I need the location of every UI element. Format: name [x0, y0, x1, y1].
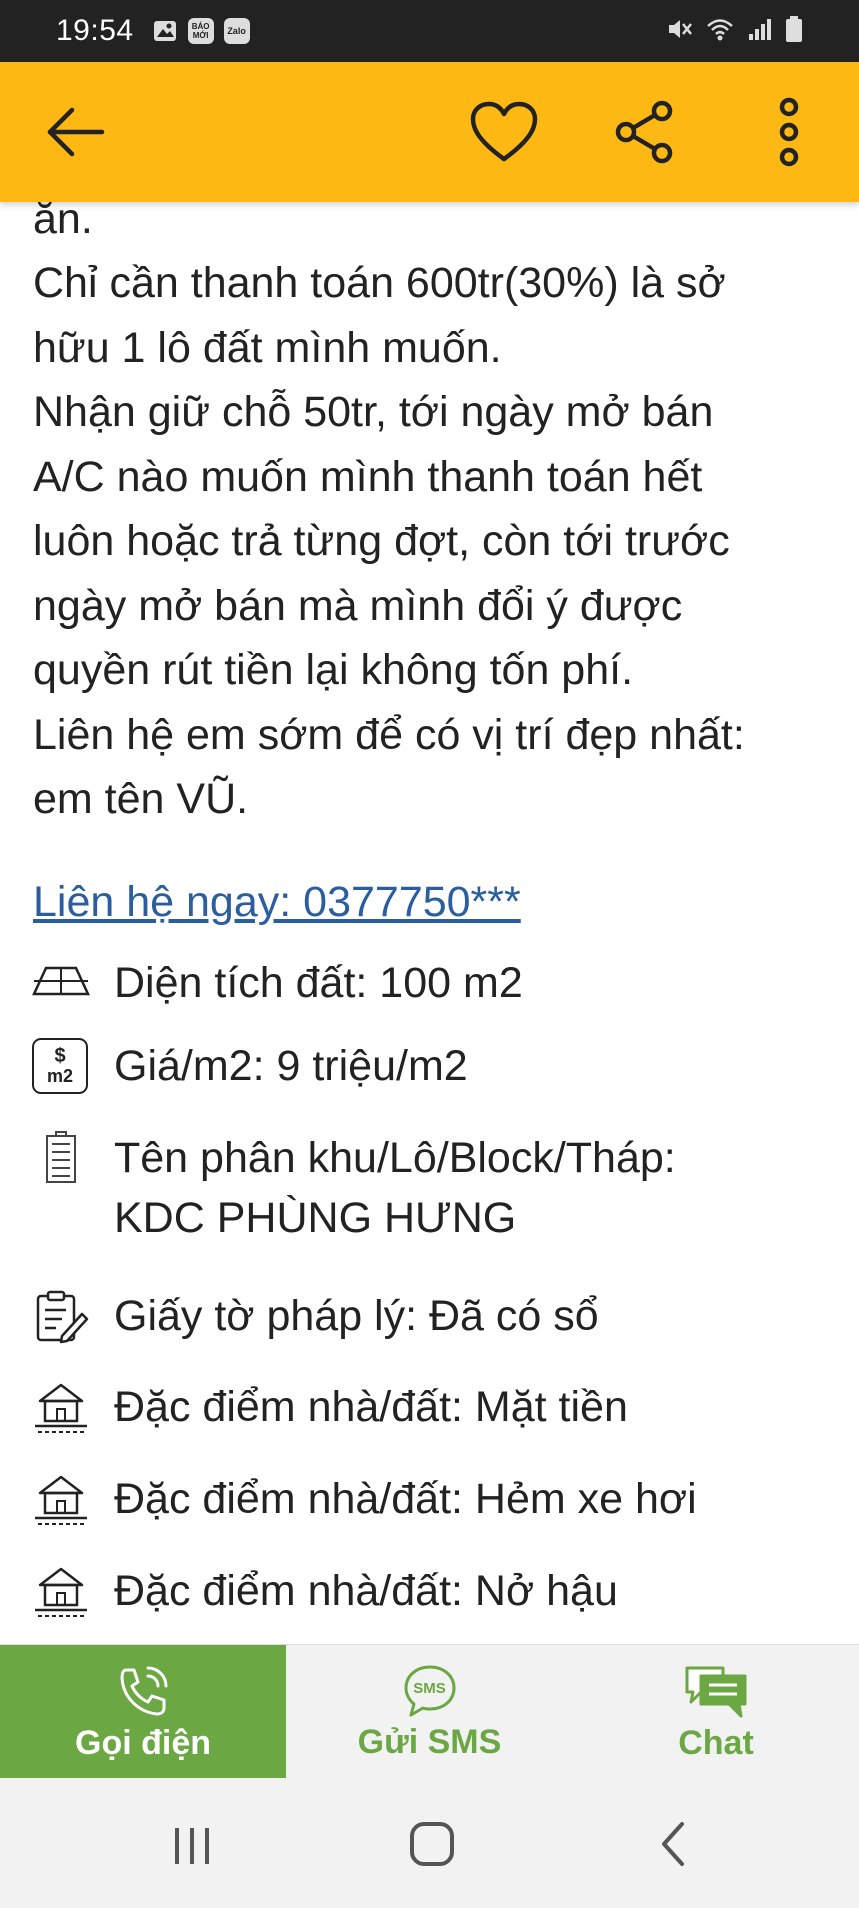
call-label: Gọi điện: [75, 1723, 211, 1762]
description-line: quyền rút tiền lại không tốn phí.: [33, 646, 634, 694]
description-line: ăn.: [33, 202, 93, 243]
description-line: Chỉ cần thanh toán 600tr(30%) là sở: [33, 259, 726, 307]
heart-icon: [470, 101, 538, 162]
listing-content[interactable]: ăn. Chỉ cần thanh toán 600tr(30%) là sở …: [0, 202, 859, 1644]
house-icon: [35, 1383, 87, 1433]
back-button[interactable]: [40, 97, 110, 167]
system-back-button[interactable]: [644, 1814, 704, 1874]
attribute-feature-text: Đặc điểm nhà/đất: Hẻm xe hơi: [114, 1475, 697, 1523]
system-nav-bar: [0, 1778, 859, 1908]
more-vertical-icon: [779, 97, 799, 167]
sms-icon: SMS: [401, 1663, 459, 1719]
share-icon: [615, 100, 673, 164]
attribute-block-value: KDC PHÙNG HƯNG: [114, 1194, 517, 1242]
status-indicators: [665, 15, 803, 48]
recent-apps-icon: [175, 1828, 209, 1864]
sms-label: Gửi SMS: [357, 1722, 502, 1761]
phone-call-icon: [120, 1666, 168, 1715]
home-icon: [410, 1822, 454, 1866]
wifi-icon: [705, 15, 735, 48]
description-line: A/C nào muốn mình thanh toán hết: [33, 453, 703, 501]
baomoi-icon: BÁO MỚI: [187, 18, 214, 44]
land-area-icon: [32, 966, 90, 996]
description-line: ngày mở bán mà mình đổi ý được: [33, 582, 683, 630]
contact-phone-link[interactable]: Liên hệ ngay: 0377750***: [33, 870, 521, 935]
mute-icon: [665, 15, 693, 48]
building-icon: [46, 1131, 76, 1183]
chat-icon: [685, 1666, 747, 1717]
attribute-legal-text: Giấy tờ pháp lý: Đã có sổ: [114, 1292, 599, 1340]
contact-action-bar: Gọi điện SMS Gửi SMS Chat: [0, 1644, 859, 1779]
home-button[interactable]: [402, 1814, 462, 1874]
chat-label: Chat: [678, 1723, 754, 1762]
description-line: luôn hoặc trả từng đợt, còn tới trước: [33, 517, 730, 565]
gallery-icon: [152, 18, 178, 44]
attribute-price-text: Giá/m2: 9 triệu/m2: [114, 1042, 468, 1090]
status-bar: 19:54 BÁO MỚI Zalo: [0, 0, 859, 62]
description-line: Nhận giữ chỗ 50tr, tới ngày mở bán: [33, 388, 714, 436]
house-icon: [35, 1567, 87, 1617]
signal-icon: [747, 16, 773, 47]
sms-button[interactable]: SMS Gửi SMS: [286, 1645, 573, 1779]
battery-icon: [785, 15, 803, 48]
house-icon: [35, 1475, 87, 1525]
recent-apps-button[interactable]: [162, 1816, 222, 1876]
chat-button[interactable]: Chat: [573, 1645, 859, 1779]
share-button[interactable]: [610, 97, 680, 167]
document-edit-icon: [36, 1290, 89, 1344]
description-line: em tên VŨ.: [33, 775, 249, 823]
call-button[interactable]: Gọi điện: [0, 1645, 286, 1779]
chevron-left-icon: [662, 1822, 684, 1866]
price-per-m2-icon: $ m2: [32, 1038, 88, 1094]
attribute-feature-text: Đặc điểm nhà/đất: Nở hậu: [114, 1567, 618, 1615]
attribute-block-label: Tên phân khu/Lô/Block/Tháp:: [114, 1134, 676, 1182]
more-button[interactable]: [754, 97, 824, 167]
attribute-area-text: Diện tích đất: 100 m2: [114, 959, 523, 1007]
zalo-icon: Zalo: [223, 18, 250, 44]
description-line: Liên hệ em sớm để có vị trí đẹp nhất:: [33, 711, 745, 759]
app-bar: [0, 62, 859, 202]
arrow-left-icon: [47, 107, 105, 157]
status-time: 19:54: [56, 14, 134, 47]
description-line: hữu 1 lô đất mình muốn.: [33, 324, 502, 372]
attribute-feature-text: Đặc điểm nhà/đất: Mặt tiền: [114, 1383, 628, 1431]
favorite-button[interactable]: [469, 97, 539, 167]
